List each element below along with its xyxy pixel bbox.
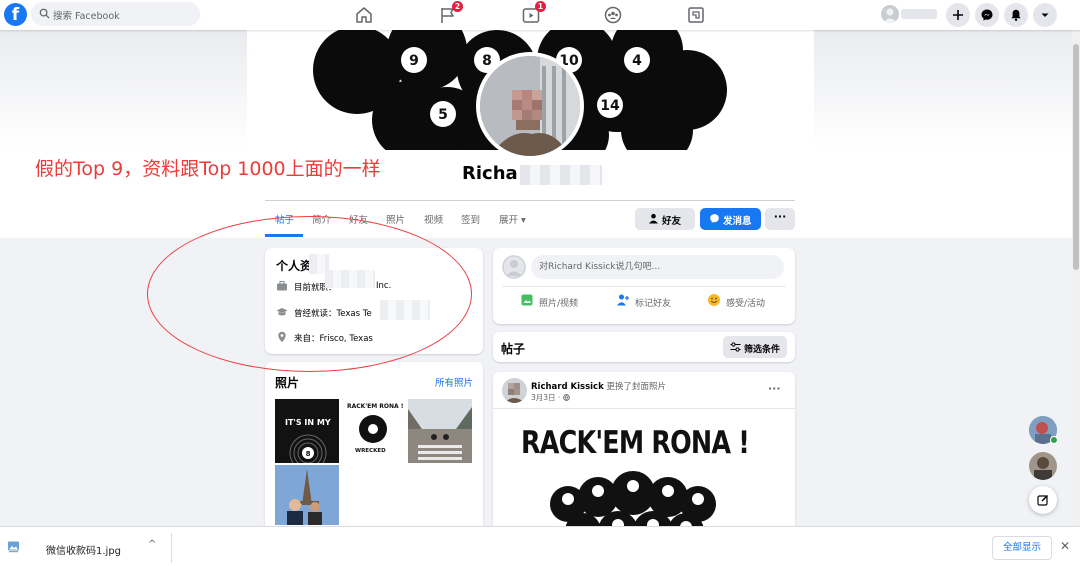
message-button[interactable]: 发消息 xyxy=(700,208,761,230)
photo-thumb-3[interactable] xyxy=(408,399,472,463)
composer-input[interactable]: 对Richard Kissick说几句吧... xyxy=(531,255,784,279)
online-indicator xyxy=(1050,436,1058,444)
close-icon[interactable]: ✕ xyxy=(1060,539,1070,553)
search-icon xyxy=(39,8,50,19)
post-author-name[interactable]: Richard Kissick xyxy=(531,382,604,392)
tab-checkins[interactable]: 签到 xyxy=(461,212,480,226)
friends-button-label: 好友 xyxy=(662,216,682,227)
name-obscured xyxy=(520,165,602,185)
tab-more[interactable]: 展开 ▾ xyxy=(499,212,526,226)
groups-icon[interactable] xyxy=(602,4,624,26)
post-date[interactable]: 3月3日 · xyxy=(531,392,570,403)
active-tab-indicator xyxy=(265,234,303,237)
pages-badge: 2 xyxy=(452,1,463,12)
cover-ball-5: 5 xyxy=(438,107,448,123)
filter-label: 筛选条件 xyxy=(744,345,781,355)
contact-avatar-2[interactable] xyxy=(1029,452,1057,480)
account-avatar[interactable] xyxy=(881,5,899,23)
filter-button[interactable]: 筛选条件 xyxy=(723,336,787,358)
image-file-icon xyxy=(8,541,19,553)
posts-header: 帖子 筛选条件 xyxy=(493,332,795,362)
scrollbar-thumb[interactable] xyxy=(1073,44,1079,270)
red-annotation-text: 假的Top 9，资料跟Top 1000上面的一样 xyxy=(35,158,381,180)
more-options-button[interactable]: ··· xyxy=(765,208,795,230)
location-pin-icon xyxy=(278,331,286,343)
download-filename[interactable]: 微信收款码1.jpg xyxy=(46,542,121,557)
post-header: Richard Kissick 更换了封面照片 xyxy=(531,380,666,392)
account-name-obscured xyxy=(901,9,937,19)
photo-icon xyxy=(521,294,533,306)
watch-video-icon[interactable]: 1 xyxy=(520,1,546,26)
graduation-cap-icon xyxy=(276,308,288,316)
all-photos-link[interactable]: 所有照片 xyxy=(435,375,473,389)
show-all-downloads-button[interactable]: 全部显示 xyxy=(992,536,1052,560)
home-icon[interactable] xyxy=(353,4,375,26)
plus-icon xyxy=(953,10,963,20)
caret-down-icon xyxy=(1041,13,1049,17)
tab-videos[interactable]: 视频 xyxy=(424,212,443,226)
facebook-logo[interactable]: f xyxy=(4,3,27,26)
profile-picture[interactable] xyxy=(476,52,584,160)
tab-photos[interactable]: 照片 xyxy=(386,212,405,226)
smiley-icon xyxy=(708,294,720,306)
account-menu-button[interactable] xyxy=(1033,3,1057,27)
photo-thumb-4[interactable] xyxy=(275,465,339,525)
photos-title: 照片 xyxy=(275,376,300,390)
svg-text:8: 8 xyxy=(306,450,311,458)
search-input[interactable]: 搜索 Facebook xyxy=(31,2,200,26)
post-options-button[interactable]: ··· xyxy=(768,382,781,395)
search-placeholder: 搜索 Facebook xyxy=(53,11,120,22)
post-author-avatar[interactable] xyxy=(502,378,527,403)
sliders-icon xyxy=(730,342,741,352)
messenger-icon xyxy=(710,214,719,223)
profile-name: Richa xyxy=(462,163,518,184)
cover-ball-14: 14 xyxy=(600,98,620,114)
composer-avatar xyxy=(502,255,526,279)
billiard-balls-graphic xyxy=(550,471,716,532)
download-options-chevron-icon[interactable]: ^ xyxy=(148,539,156,550)
post-image-title: RACK'EM RONA ! xyxy=(521,425,750,461)
bell-icon xyxy=(1011,9,1021,21)
photo-thumb-2[interactable]: RACK'EM RONA ! WRECKED xyxy=(341,399,405,463)
cover-ball-9: 9 xyxy=(409,53,419,69)
photo-thumb-1[interactable]: IT'S IN MY 8 xyxy=(275,399,339,463)
post-action: 更换了封面照片 xyxy=(606,382,666,392)
tab-about[interactable]: 简介 xyxy=(312,212,331,226)
posts-title: 帖子 xyxy=(501,342,526,356)
top-nav: f 搜索 Facebook 2 1 xyxy=(0,0,1080,30)
post-composer: 对Richard Kissick说几句吧... 照片/视频 标记好友 感受/活动 xyxy=(493,248,795,324)
tab-friends[interactable]: 好友 xyxy=(349,212,368,226)
person-icon xyxy=(649,213,658,224)
download-bar: 微信收款码1.jpg ^ 全部显示 ✕ xyxy=(0,526,1080,566)
notifications-button[interactable] xyxy=(1004,3,1028,27)
tag-people-icon xyxy=(617,294,629,306)
intro-title: 个人资 xyxy=(276,259,313,273)
pages-flag-icon[interactable]: 2 xyxy=(437,1,463,26)
header-divider xyxy=(265,200,795,201)
gaming-icon[interactable] xyxy=(685,4,707,26)
tab-posts[interactable]: 帖子 xyxy=(275,212,294,226)
watch-badge: 1 xyxy=(535,1,546,12)
intro-card: 个人资 目前就职： Inc. 曾经就读：Texas Te y 来自：Frisco… xyxy=(265,248,483,354)
compose-icon xyxy=(1037,494,1049,506)
photos-card: 照片 所有照片 IT'S IN MY 8 RACK'EM RONA ! WREC… xyxy=(265,362,483,532)
briefcase-icon xyxy=(277,281,287,291)
new-message-button[interactable] xyxy=(1029,486,1057,514)
globe-icon xyxy=(562,394,570,401)
post-image[interactable]: RACK'EM RONA ! xyxy=(493,408,795,532)
message-button-label: 发消息 xyxy=(723,216,752,227)
post-card: Richard Kissick 更换了封面照片 3月3日 · ··· RACK'… xyxy=(493,372,795,532)
cover-ball-4: 4 xyxy=(632,53,642,69)
cover-ball-8: 8 xyxy=(482,53,492,69)
messenger-button[interactable] xyxy=(975,3,999,27)
create-button[interactable] xyxy=(946,3,970,27)
messenger-icon xyxy=(981,9,993,21)
friends-button[interactable]: 好友 xyxy=(635,208,695,230)
